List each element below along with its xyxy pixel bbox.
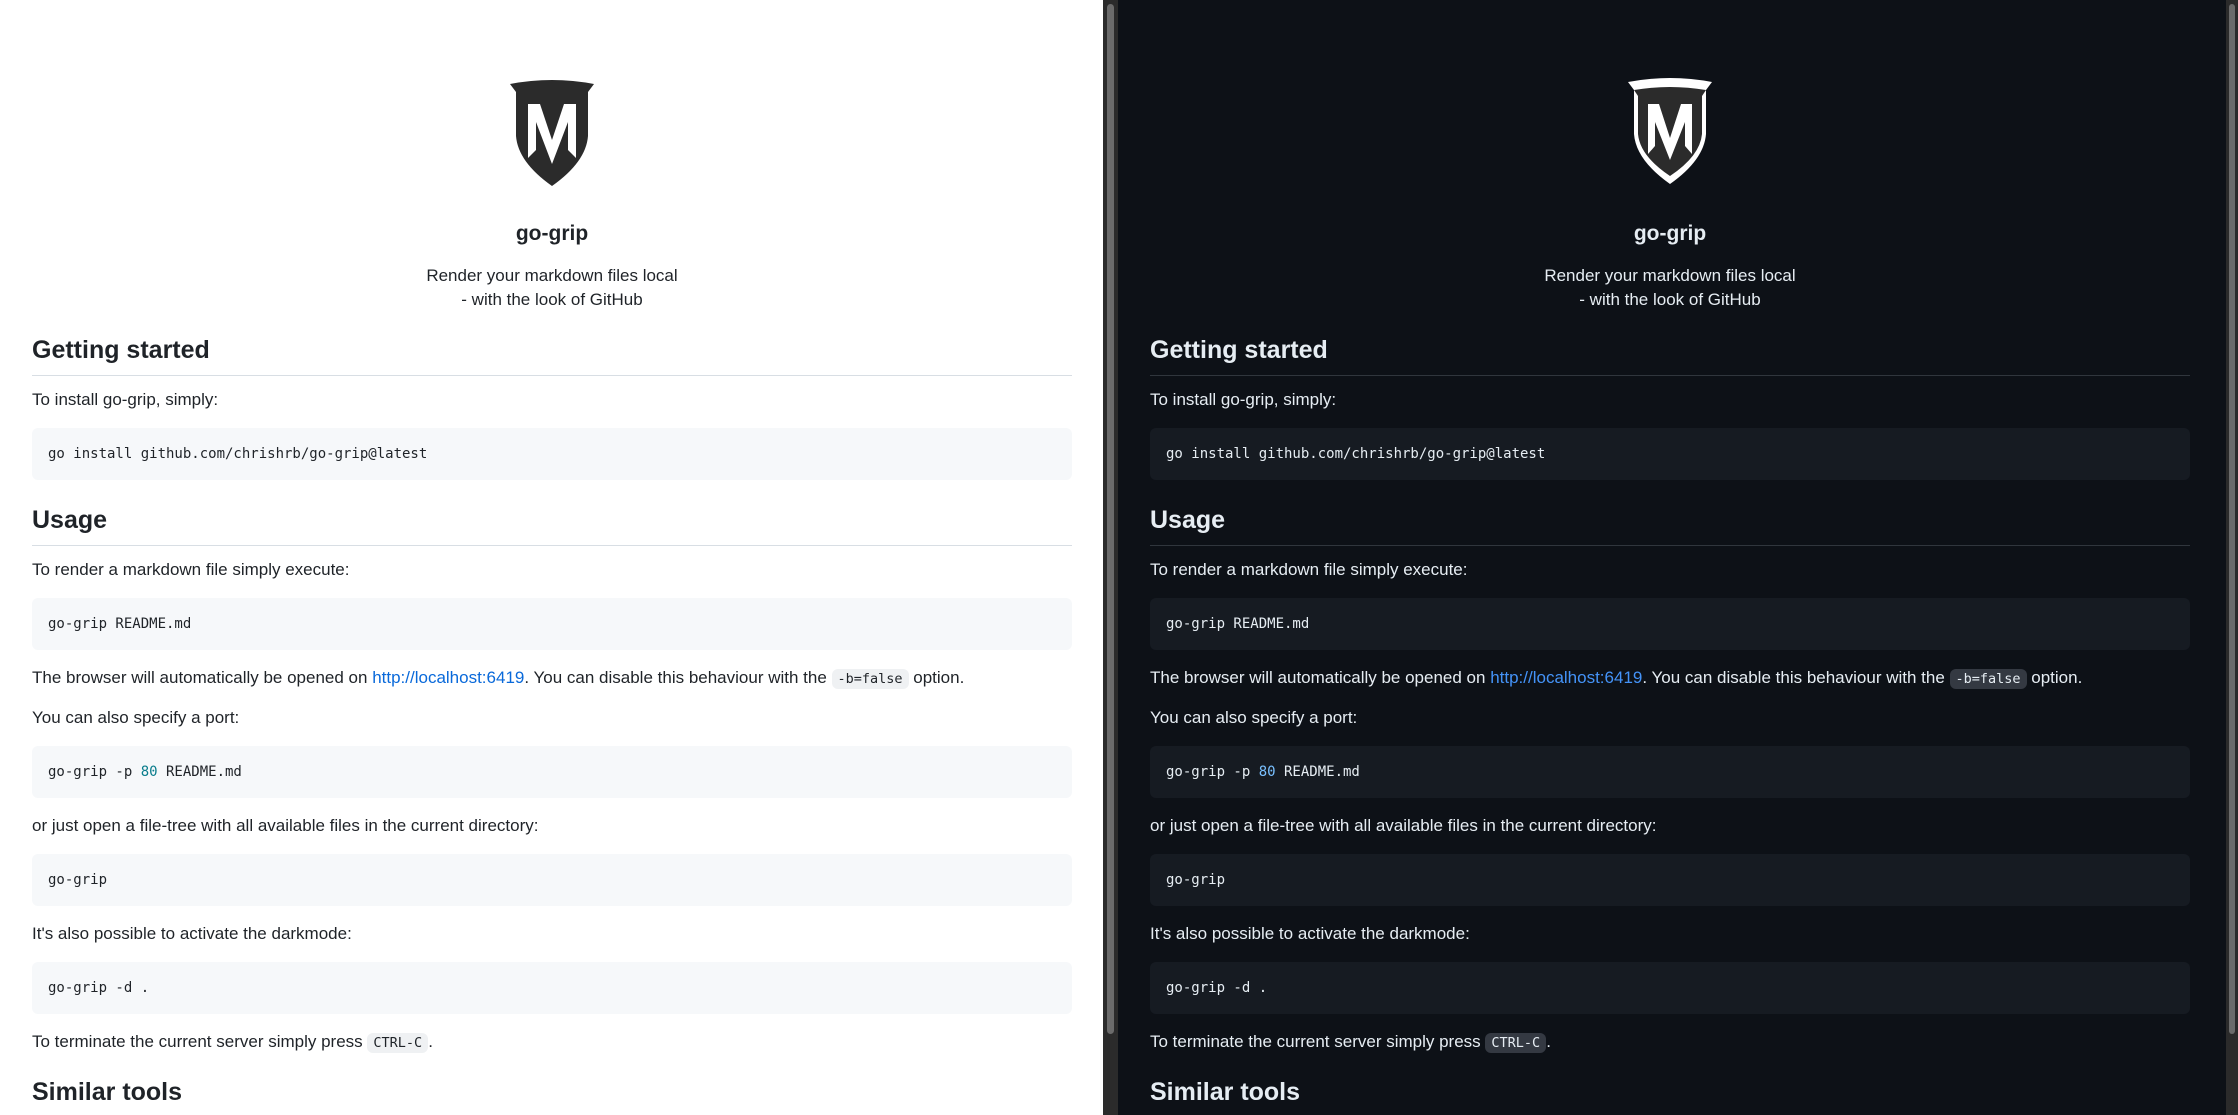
browser-text-before: The browser will automatically be opened… [32, 668, 373, 687]
heading-usage: Usage [32, 506, 1072, 546]
heading-getting-started: Getting started [32, 336, 1072, 376]
render-code-block: go-grip README.md [32, 598, 1072, 650]
tree-intro: or just open a file-tree with all availa… [32, 816, 539, 835]
browser-text-before-dark: The browser will automatically be opened… [1150, 668, 1491, 687]
project-title: go-grip [515, 222, 589, 245]
project-title-dark: go-grip [1633, 222, 1707, 245]
terminate-paragraph-dark: To terminate the current server simply p… [1150, 1030, 2210, 1055]
localhost-link[interactable]: http://localhost:6419 [372, 668, 524, 687]
localhost-link-dark[interactable]: http://localhost:6419 [1490, 668, 1642, 687]
tree-intro-dark: or just open a file-tree with all availa… [1150, 816, 1657, 835]
dark-code-block: go-grip -d . [32, 962, 1072, 1014]
terminate-key-code: CTRL-C [367, 1033, 429, 1053]
port-code-block: go-grip -p 80 README.md [32, 746, 1072, 798]
browser-paragraph-dark: The browser will automatically be opened… [1150, 666, 2210, 691]
port-intro-dark: You can also specify a port: [1150, 708, 1358, 727]
render-intro: To render a markdown file simply execute… [32, 560, 350, 579]
dark-code-block-dark: go-grip -d . [1150, 962, 2190, 1014]
tagline-line-1: Render your markdown files local [426, 266, 678, 285]
port-cmd-prefix: go-grip -p [48, 764, 141, 780]
terminate-text-before-dark: To terminate the current server simply p… [1150, 1032, 1486, 1051]
tagline-line-1-dark: Render your markdown files local [1544, 266, 1796, 285]
render-intro-dark: To render a markdown file simply execute… [1150, 560, 1468, 579]
shield-logo-icon-dark [1628, 78, 1712, 184]
browser-text-after: option. [908, 668, 965, 687]
port-cmd-number-dark: 80 [1258, 764, 1276, 780]
tagline-line-2: - with the look of GitHub [461, 290, 643, 309]
right-scrollbar[interactable] [2226, 0, 2238, 1115]
project-tagline: Render your markdown files local - with … [32, 264, 1072, 312]
logo-container-dark [1150, 76, 2190, 188]
right-scrollbar-thumb[interactable] [2229, 4, 2235, 1034]
heading-usage-dark: Usage [1150, 506, 2190, 546]
tagline-line-2-dark: - with the look of GitHub [1579, 290, 1761, 309]
tree-code-block-dark: go-grip [1150, 854, 2190, 906]
install-intro-dark: To install go-grip, simply: [1150, 390, 1337, 409]
port-cmd-suffix-dark: README.md [1275, 764, 1360, 780]
shield-logo-icon [510, 80, 594, 186]
heading-similar-tools-dark: Similar tools [1150, 1078, 2190, 1115]
heading-similar-tools: Similar tools [32, 1078, 1072, 1115]
logo-container [32, 78, 1072, 190]
port-intro: You can also specify a port: [32, 708, 240, 727]
port-cmd-suffix: README.md [157, 764, 242, 780]
browser-flag-code-dark: -b=false [1949, 669, 2027, 689]
dark-intro-dark: It's also possible to activate the darkm… [1150, 924, 1470, 943]
port-cmd-number: 80 [140, 764, 158, 780]
terminate-text-after: . [428, 1032, 433, 1051]
browser-paragraph: The browser will automatically be opened… [32, 666, 1092, 691]
port-code-block-dark: go-grip -p 80 README.md [1150, 746, 2190, 798]
dark-preview-pane: go-grip Render your markdown files local… [1118, 0, 2226, 1115]
install-intro: To install go-grip, simply: [32, 390, 219, 409]
terminate-key-code-dark: CTRL-C [1485, 1033, 1547, 1053]
browser-text-after-dark: option. [2026, 668, 2083, 687]
render-code-block-dark: go-grip README.md [1150, 598, 2190, 650]
browser-text-middle-dark: . You can disable this behaviour with th… [1642, 668, 1950, 687]
browser-text-middle: . You can disable this behaviour with th… [524, 668, 832, 687]
project-tagline-dark: Render your markdown files local - with … [1150, 264, 2190, 312]
terminate-text-after-dark: . [1546, 1032, 1551, 1051]
tree-code-block: go-grip [32, 854, 1072, 906]
light-preview-pane: go-grip Render your markdown files local… [0, 0, 1103, 1115]
heading-getting-started-dark: Getting started [1150, 336, 2190, 376]
dark-intro: It's also possible to activate the darkm… [32, 924, 352, 943]
terminate-text-before: To terminate the current server simply p… [32, 1032, 368, 1051]
browser-flag-code: -b=false [831, 669, 909, 689]
install-code-block: go install github.com/chrishrb/go-grip@l… [32, 428, 1072, 480]
left-scrollbar-thumb[interactable] [1107, 4, 1114, 1034]
terminate-paragraph: To terminate the current server simply p… [32, 1030, 1092, 1055]
left-scrollbar[interactable] [1103, 0, 1118, 1115]
install-code-block-dark: go install github.com/chrishrb/go-grip@l… [1150, 428, 2190, 480]
port-cmd-prefix-dark: go-grip -p [1166, 764, 1259, 780]
